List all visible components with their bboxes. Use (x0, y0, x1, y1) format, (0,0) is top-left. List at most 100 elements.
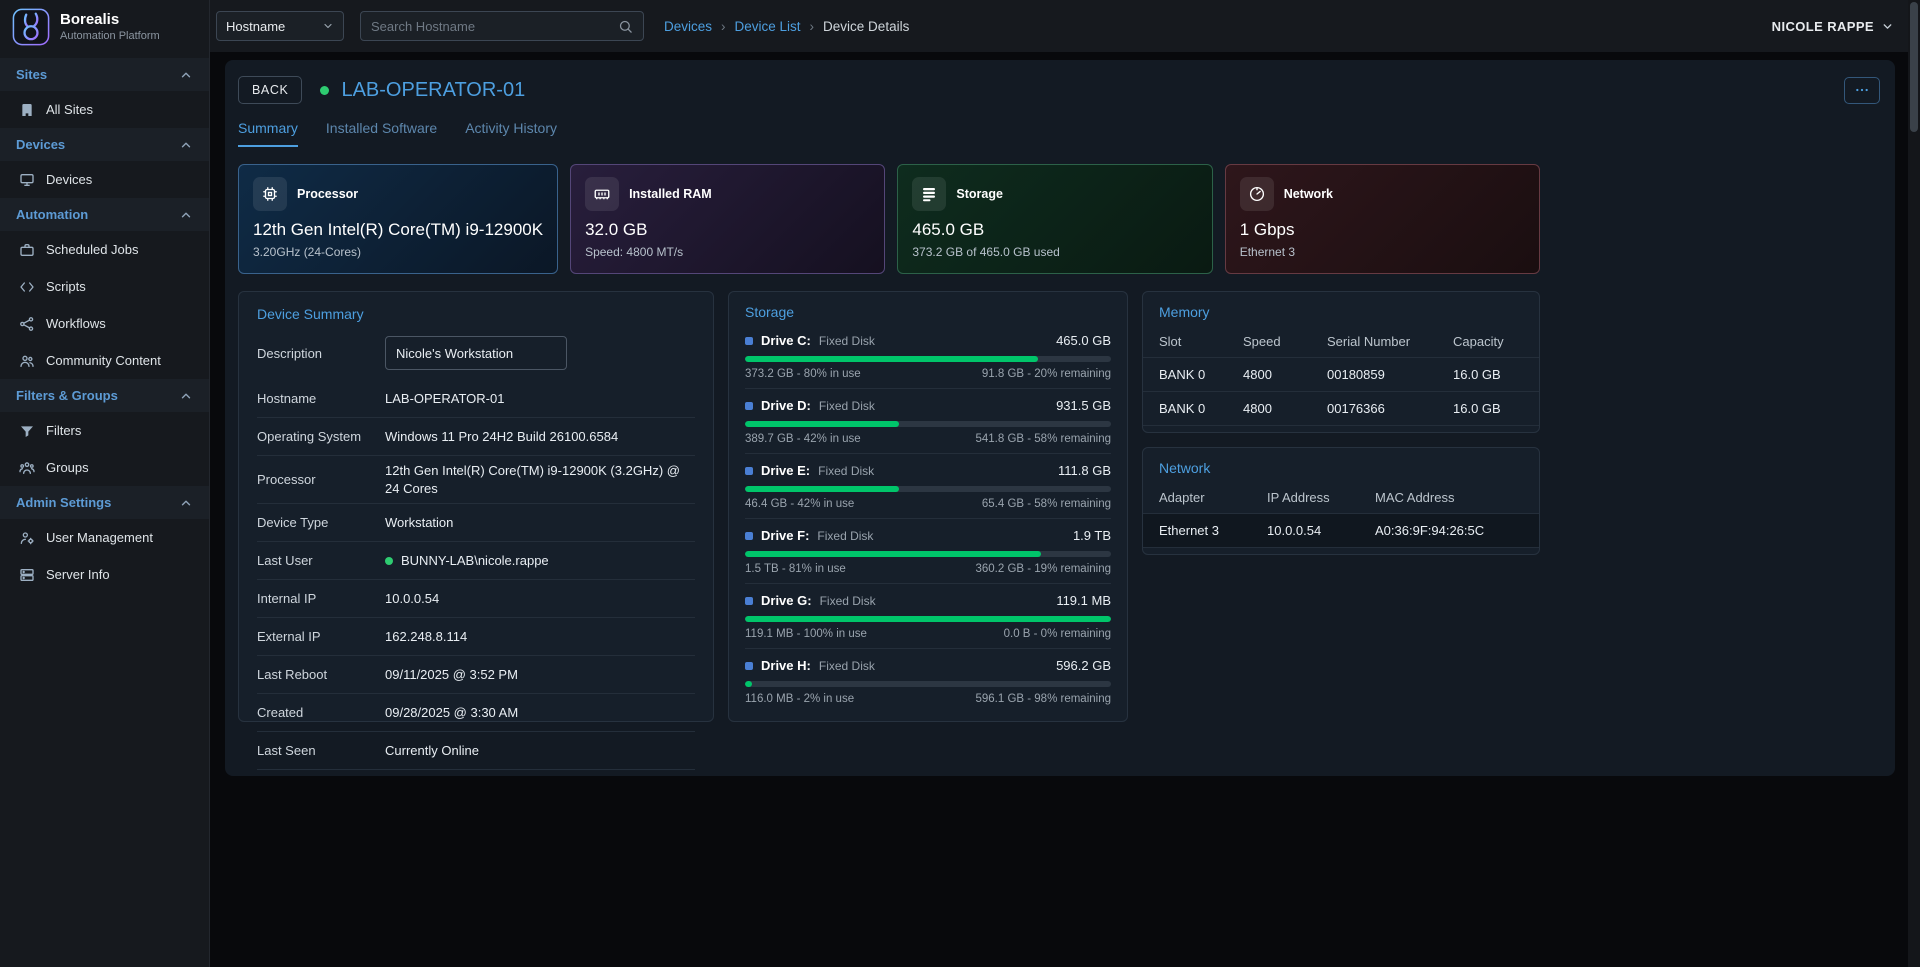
summary-value: Workstation (385, 514, 453, 532)
chevron-up-icon (179, 138, 193, 152)
app-root: Borealis Automation Platform Sites All S… (0, 0, 1920, 967)
drive-type: Fixed Disk (819, 399, 875, 413)
search-field-select[interactable]: Hostname (216, 11, 344, 41)
drive-remaining: 65.4 GB - 58% remaining (982, 498, 1111, 510)
drive-usage-bar (745, 551, 1111, 557)
breadcrumb-device-list[interactable]: Device List (735, 19, 801, 34)
online-status-dot (385, 557, 393, 565)
summary-row-description: Description (257, 330, 695, 380)
sidebar-section-automation[interactable]: Automation (0, 198, 209, 231)
summary-value: 162.248.8.114 (385, 628, 467, 646)
sidebar-item-community-content[interactable]: Community Content (0, 342, 209, 379)
brand-block[interactable]: Borealis Automation Platform (0, 0, 209, 58)
people-icon (18, 352, 35, 369)
right-column: Memory Slot Speed Serial Number Capacity… (1142, 291, 1540, 555)
sidebar-section-devices[interactable]: Devices (0, 128, 209, 161)
sidebar-item-groups[interactable]: Groups (0, 449, 209, 486)
section-label-sites: Sites (16, 67, 47, 82)
content-area: BACK LAB-OPERATOR-01 Summary Installed S… (210, 52, 1920, 967)
network-gauge-icon (1240, 177, 1274, 211)
cell-serial: 00176366 (1327, 401, 1453, 416)
drive-usage-bar (745, 616, 1111, 622)
drive-size: 465.0 GB (1056, 333, 1111, 348)
network-table-row: Ethernet 3 10.0.0.54 A0:36:9F:94:26:5C (1143, 514, 1539, 548)
panel-header: BACK LAB-OPERATOR-01 (238, 76, 1880, 104)
cpu-icon (253, 177, 287, 211)
sidebar-item-label: Devices (46, 172, 92, 187)
brand-name: Borealis (60, 12, 160, 29)
summary-label: Internal IP (257, 591, 385, 606)
column-header: Adapter (1159, 490, 1267, 505)
sidebar-item-label: All Sites (46, 102, 93, 117)
sidebar-item-label: Workflows (46, 316, 106, 331)
chevron-up-icon (179, 68, 193, 82)
card-title: Network (1143, 460, 1539, 482)
drive-name: Drive H: (761, 658, 811, 673)
chevron-up-icon (179, 208, 193, 222)
sidebar-section-admin-settings[interactable]: Admin Settings (0, 486, 209, 519)
drive-row-f: Drive F: Fixed Disk 1.9 TB 1.5 TB - 81% … (745, 519, 1111, 584)
section-label-filters-groups: Filters & Groups (16, 388, 118, 403)
sidebar-section-sites[interactable]: Sites (0, 58, 209, 91)
cell-capacity: 16.0 GB (1453, 367, 1523, 382)
breadcrumb-devices[interactable]: Devices (664, 19, 712, 34)
stat-value: 32.0 GB (585, 220, 870, 240)
drive-usage-bar (745, 681, 1111, 687)
back-button[interactable]: BACK (238, 76, 302, 104)
sidebar-item-label: Scripts (46, 279, 86, 294)
search-input[interactable] (371, 19, 610, 34)
sidebar-item-workflows[interactable]: Workflows (0, 305, 209, 342)
drive-usage-bar (745, 421, 1111, 427)
card-title: Memory (1143, 304, 1539, 326)
summary-value: Windows 11 Pro 24H2 Build 26100.6584 (385, 428, 618, 446)
ellipsis-icon (1854, 82, 1870, 98)
sidebar-item-user-management[interactable]: User Management (0, 519, 209, 556)
page-scrollbar[interactable] (1908, 0, 1920, 967)
user-menu[interactable]: NICOLE RAPPE (1772, 19, 1912, 34)
tab-installed-software[interactable]: Installed Software (326, 120, 437, 147)
brand-text: Borealis Automation Platform (60, 12, 160, 43)
borealis-rabbit-logo-icon (12, 8, 50, 46)
drive-name: Drive C: (761, 333, 811, 348)
sidebar-section-filters-groups[interactable]: Filters & Groups (0, 379, 209, 412)
drive-bullet-icon (745, 467, 753, 475)
scrollbar-thumb[interactable] (1910, 2, 1918, 132)
column-header: IP Address (1267, 490, 1375, 505)
summary-label: Processor (257, 472, 385, 487)
chevron-down-icon (322, 20, 334, 32)
stat-value: 1 Gbps (1240, 220, 1525, 240)
storage-card: Storage Drive C: Fixed Disk 465.0 GB 373… (728, 291, 1128, 722)
cell-adapter: Ethernet 3 (1159, 523, 1267, 538)
drive-row-g: Drive G: Fixed Disk 119.1 MB 119.1 MB - … (745, 584, 1111, 649)
hostname-search (360, 11, 644, 41)
detail-columns: Device Summary Description Hostname LAB-… (238, 291, 1540, 722)
sidebar-item-devices[interactable]: Devices (0, 161, 209, 198)
summary-row-external-ip: External IP 162.248.8.114 (257, 618, 695, 656)
search-icon[interactable] (618, 19, 633, 34)
more-actions-button[interactable] (1844, 77, 1880, 104)
chevron-up-icon (179, 389, 193, 403)
sidebar-item-filters[interactable]: Filters (0, 412, 209, 449)
drive-size: 111.8 GB (1058, 463, 1111, 478)
tab-summary[interactable]: Summary (238, 120, 298, 147)
ram-icon (585, 177, 619, 211)
summary-label: Last User (257, 553, 385, 568)
device-details-panel: BACK LAB-OPERATOR-01 Summary Installed S… (225, 60, 1895, 776)
sidebar-item-scheduled-jobs[interactable]: Scheduled Jobs (0, 231, 209, 268)
cell-mac: A0:36:9F:94:26:5C (1375, 523, 1523, 538)
sidebar-item-all-sites[interactable]: All Sites (0, 91, 209, 128)
sidebar-item-scripts[interactable]: Scripts (0, 268, 209, 305)
storage-icon (912, 177, 946, 211)
drive-remaining: 360.2 GB - 19% remaining (975, 563, 1111, 575)
stat-caption: Speed: 4800 MT/s (585, 245, 870, 261)
sidebar-item-label: Filters (46, 423, 81, 438)
tab-activity-history[interactable]: Activity History (465, 120, 557, 147)
summary-row-internal-ip: Internal IP 10.0.0.54 (257, 580, 695, 618)
breadcrumb-separator: › (810, 19, 815, 34)
sidebar-item-server-info[interactable]: Server Info (0, 556, 209, 593)
cell-capacity: 16.0 GB (1453, 401, 1523, 416)
detail-tabs: Summary Installed Software Activity Hist… (238, 120, 1880, 147)
summary-row-last-seen: Last Seen Currently Online (257, 732, 695, 770)
description-input[interactable] (385, 336, 567, 370)
drive-usage-fill (745, 421, 899, 427)
